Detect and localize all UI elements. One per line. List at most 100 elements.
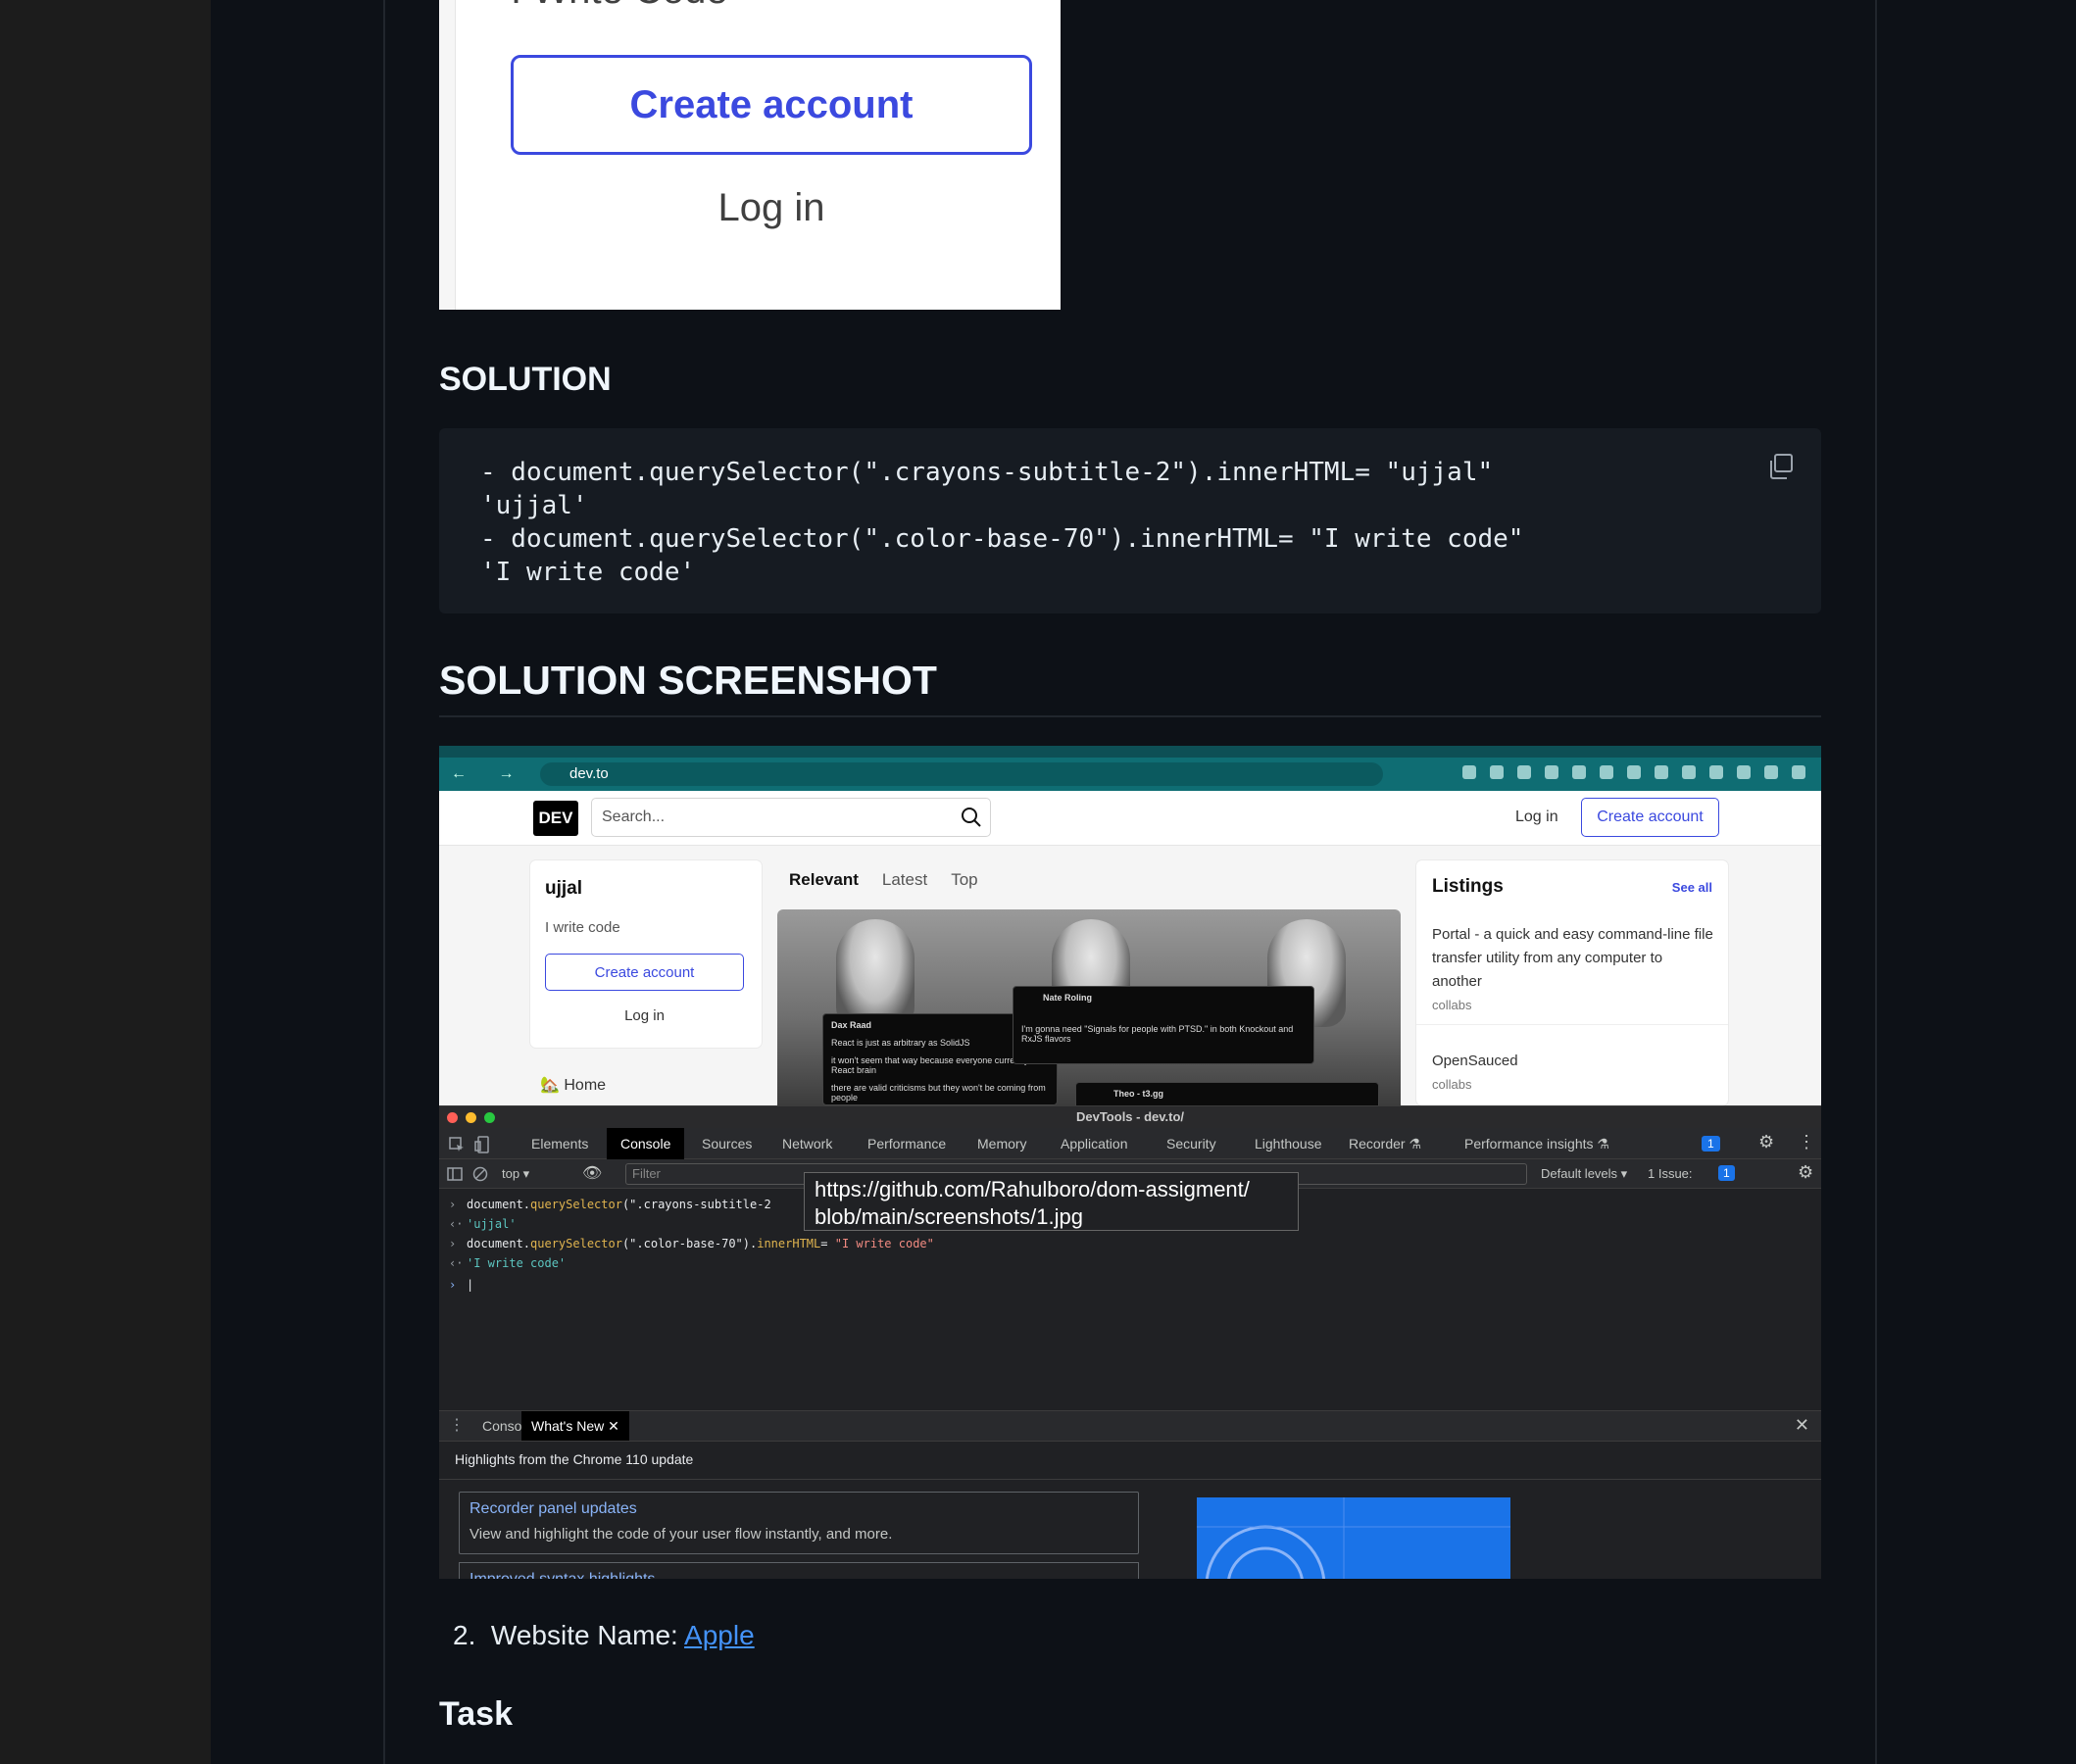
issues-badge: 1 — [1702, 1136, 1720, 1152]
code-block: - document.querySelector(".crayons-subti… — [439, 428, 1821, 613]
browser-tab-strip — [439, 746, 1821, 758]
listing-item-2: OpenSauced — [1432, 1053, 1518, 1069]
article-body: I Write Code Create account Log in SOLUT… — [387, 0, 1873, 1764]
devtools-tab-network: Network — [782, 1136, 833, 1152]
task-heading: Task — [439, 1695, 513, 1733]
feed-cover-image: Dax Raad React is just as arbitrary as S… — [777, 909, 1401, 1105]
apple-link[interactable]: Apple — [684, 1620, 755, 1650]
tweet-3-author: Theo - t3.gg — [1113, 1089, 1163, 1099]
device-toolbar-icon — [474, 1136, 489, 1153]
cropped-subtitle: I Write Code — [511, 0, 728, 13]
devtools-title: DevTools - dev.to/ — [439, 1106, 1821, 1128]
context-selector: top ▾ — [502, 1166, 530, 1181]
address-bar: dev.to — [540, 762, 1383, 786]
devtools-tab-console: Console — [607, 1128, 685, 1159]
minimize-window-icon — [466, 1112, 476, 1123]
sidebar-toggle-icon — [447, 1167, 463, 1181]
cropped-screenshot: I Write Code Create account Log in — [439, 0, 1061, 310]
extension-icons — [1462, 765, 1805, 779]
console-line-3: › document.querySelector(".color-base-70"… — [449, 1237, 934, 1250]
devtools-tab-application: Application — [1061, 1136, 1128, 1152]
devtools-tab-performance: Performance — [867, 1136, 947, 1152]
devtools-tab-lighthouse: Lighthouse — [1255, 1136, 1322, 1152]
devto-logo: DEV — [533, 801, 578, 836]
image-url-tooltip: https://github.com/Rahulboro/dom-assigme… — [804, 1172, 1299, 1231]
whats-new-card-1-title: Recorder panel updates — [470, 1500, 637, 1517]
whats-new-card-1-desc: View and highlight the code of your user… — [470, 1526, 893, 1543]
default-levels-dropdown: Default levels ▾ — [1541, 1166, 1628, 1181]
skull-image-left — [836, 919, 914, 1027]
eye-icon: 👁 — [582, 1165, 603, 1182]
solution-screenshot-heading: SOLUTION SCREENSHOT — [439, 658, 937, 703]
drawer-tabs: ⋮ Console What's New ✕ ✕ — [439, 1410, 1821, 1442]
inspect-icon — [449, 1137, 464, 1152]
browser-toolbar: ← → ⟳ dev.to — [439, 758, 1821, 791]
listings-see-all: See all — [1671, 880, 1712, 895]
feed-tab-relevant: Relevant — [789, 870, 859, 889]
listings-card: Listings See all Portal - a quick and ea… — [1416, 860, 1728, 1105]
listing-item-1-tag: collabs — [1432, 998, 1472, 1012]
feed-tab-latest: Latest — [881, 870, 928, 889]
tweet-card-2: Nate Roling I'm gonna need "Signals for … — [1013, 986, 1314, 1064]
side-card-subtitle: I write code — [545, 919, 620, 936]
code-content: - document.querySelector(".crayons-subti… — [480, 458, 1524, 587]
zoom-window-icon — [484, 1112, 495, 1123]
listing-item-1: Portal - a quick and easy command-line f… — [1432, 926, 1713, 990]
highlights-divider — [439, 1479, 1821, 1480]
whats-new-card-2-title: Improved syntax highlights — [470, 1571, 655, 1579]
console-line-4: ‹· 'I write code' — [449, 1256, 567, 1270]
feed-tab-top: Top — [951, 870, 978, 889]
listings-heading: Listings — [1432, 876, 1504, 897]
devtools-tab-security: Security — [1166, 1136, 1216, 1152]
devtools-tab-memory: Memory — [977, 1136, 1027, 1152]
devtools-tabs: Elements Console Sources Network Perform… — [439, 1128, 1821, 1159]
home-nav-item: 🏡 Home — [540, 1077, 607, 1094]
illustration-graphic — [1197, 1497, 1510, 1579]
cropped-card: I Write Code Create account Log in — [455, 0, 1061, 310]
console-line-2: ‹·'ujjal' — [449, 1217, 517, 1231]
clear-console-icon — [472, 1166, 488, 1182]
page-gutter-right — [1875, 0, 2076, 1764]
cropped-login-link: Log in — [717, 186, 825, 229]
list-label: Website Name: — [490, 1620, 685, 1650]
page-gutter-left — [211, 0, 385, 1764]
devtools-tab-recorder: Recorder ⚗ — [1349, 1136, 1422, 1152]
side-card-create-account: Create account — [545, 954, 744, 991]
tweet-card-3: Theo - t3.gg — [1075, 1082, 1379, 1105]
listing-item-2-tag: collabs — [1432, 1077, 1472, 1092]
devto-search: Search... — [591, 798, 991, 837]
settings-gear-icon: ⚙ — [1758, 1132, 1775, 1152]
search-icon — [962, 808, 981, 827]
window-controls — [447, 1112, 495, 1123]
whats-new-highlights: Highlights from the Chrome 110 update — [455, 1451, 694, 1467]
feed-tabs: Relevant Latest Top — [789, 870, 978, 890]
devtools-title-text: DevTools - dev.to/ — [1075, 1109, 1185, 1124]
solution-heading: SOLUTION — [439, 361, 612, 398]
devto-side-card: ujjal I write code Create account Log in — [530, 860, 762, 1048]
devtools-tab-performance-insights: Performance insights ⚗ — [1464, 1136, 1609, 1152]
tweet-2-text: I'm gonna need "Signals for people with … — [1021, 1024, 1294, 1044]
more-options-icon: ⋮ — [1798, 1132, 1815, 1152]
close-drawer-icon: ✕ — [1794, 1415, 1809, 1435]
copy-icon[interactable] — [1766, 452, 1796, 481]
side-card-name: ujjal — [545, 878, 583, 899]
drawer-menu-icon: ⋮ — [449, 1417, 465, 1434]
whats-new-card-1: Recorder panel updates View and highligh… — [459, 1492, 1139, 1554]
drawer-tab-whats-new: What's New ✕ — [521, 1411, 629, 1441]
console-settings-icon: ⚙ — [1798, 1162, 1814, 1182]
close-window-icon — [447, 1112, 458, 1123]
devtools-tab-sources: Sources — [702, 1136, 753, 1152]
issue-count: 1 Issue: — [1648, 1166, 1693, 1181]
listing-divider — [1416, 1024, 1728, 1025]
website-list-item: 2. Website Name: Apple — [453, 1620, 755, 1651]
devto-search-placeholder: Search... — [602, 808, 666, 825]
whats-new-illustration — [1197, 1497, 1510, 1579]
left-rail — [0, 0, 211, 1764]
side-card-login: Log in — [624, 1007, 665, 1024]
list-number: 2. — [453, 1620, 476, 1650]
issue-count-badge: 1 — [1718, 1165, 1735, 1181]
solution-screenshot-image[interactable]: ← → ⟳ dev.to DEV Search... Log in Create… — [439, 746, 1821, 1579]
devto-create-account-button: Create account — [1581, 798, 1719, 837]
devtools-tab-elements: Elements — [531, 1136, 589, 1152]
tweet-1-text-3: there are valid criticisms but they won'… — [831, 1083, 1046, 1102]
